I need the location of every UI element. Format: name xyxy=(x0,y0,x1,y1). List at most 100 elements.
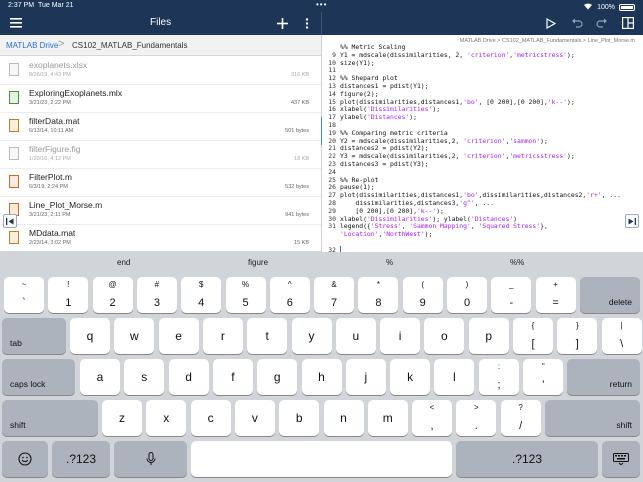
key-h[interactable]: h xyxy=(301,359,342,395)
key-v[interactable]: v xyxy=(234,400,275,436)
key-z[interactable]: z xyxy=(102,400,142,436)
key-label: j xyxy=(364,370,368,384)
key-c[interactable]: c xyxy=(190,400,231,436)
file-row[interactable]: MDdata.mat 2/23/14, 3:02 PM 15 KB xyxy=(0,224,321,251)
key-2[interactable]: @2 xyxy=(92,277,133,313)
key-shift-char: " xyxy=(541,362,545,371)
key--[interactable]: _ - xyxy=(491,277,532,313)
key-a[interactable]: a xyxy=(80,359,120,395)
key-5[interactable]: % 5 xyxy=(225,277,266,313)
key-bracket[interactable]: | \ xyxy=(601,318,642,354)
plus-icon[interactable] xyxy=(274,15,290,31)
redo-icon[interactable] xyxy=(594,15,610,31)
key-label: v xyxy=(251,411,258,425)
file-date: 8/26/19, 4:43 PM xyxy=(29,72,71,78)
key-9[interactable]: (9 xyxy=(402,277,443,313)
key-e[interactable]: e xyxy=(158,318,199,354)
code-text: Y3 = mdscale(dissimilarities,2, 'criteri… xyxy=(340,152,575,161)
suggestion-item[interactable]: end xyxy=(117,258,130,267)
collapse-left-icon[interactable] xyxy=(3,214,17,228)
numbers-key[interactable]: .?123 xyxy=(52,441,110,477)
key-f[interactable]: f xyxy=(212,359,253,395)
key-d[interactable]: d xyxy=(168,359,209,395)
key-punctuation[interactable]: :; xyxy=(479,359,519,395)
key-=[interactable]: + = xyxy=(535,277,576,313)
suggestion-item[interactable]: %% xyxy=(510,258,524,267)
space-bar[interactable] xyxy=(191,441,452,477)
file-row[interactable]: filterFigure.fig 1/20/16, 4:12 PM 18 KB xyxy=(0,140,321,169)
key-`[interactable]: ~ ` xyxy=(4,277,44,313)
key-bracket[interactable]: }] xyxy=(557,318,598,354)
layout-grid-icon[interactable] xyxy=(620,15,636,31)
shift-right-key[interactable]: shift xyxy=(545,400,640,436)
numbers-key[interactable]: .?123 xyxy=(456,441,598,477)
key-0[interactable]: ) 0 xyxy=(447,277,487,313)
key-8[interactable]: * 8 xyxy=(358,277,399,313)
key-k[interactable]: k xyxy=(390,359,431,395)
tab-key[interactable]: tab xyxy=(2,318,66,354)
file-name: MDdata.mat xyxy=(29,228,76,238)
key-n[interactable]: n xyxy=(323,400,364,436)
key-punctuation[interactable]: ? / xyxy=(500,400,541,436)
hamburger-icon[interactable] xyxy=(8,15,24,31)
key-punctuation[interactable]: >. xyxy=(456,400,497,436)
key-y[interactable]: y xyxy=(291,318,332,354)
key-m[interactable]: m xyxy=(367,400,408,436)
key-b[interactable]: b xyxy=(279,400,320,436)
key-w[interactable]: w xyxy=(114,318,155,354)
suggestion-item[interactable]: % xyxy=(386,258,393,267)
key-7[interactable]: & 7 xyxy=(314,277,355,313)
key-6[interactable]: ^ 6 xyxy=(269,277,310,313)
breadcrumb-root[interactable]: MATLAB Drive xyxy=(6,41,58,50)
key-1[interactable]: ! 1 xyxy=(48,277,89,313)
key-3[interactable]: #3 xyxy=(136,277,177,313)
key-punctuation[interactable]: " ' xyxy=(523,359,564,395)
line-number: 18 xyxy=(328,121,336,129)
mat-file-icon xyxy=(9,119,19,132)
key-punctuation[interactable]: <, xyxy=(412,400,452,436)
key-r[interactable]: r xyxy=(202,318,243,354)
multitask-dots[interactable]: ••• xyxy=(316,0,327,9)
key-p[interactable]: p xyxy=(468,318,509,354)
key-label: m xyxy=(382,411,393,425)
file-row[interactable]: ExploringExoplanets.mlx 3/21/23, 2:22 PM… xyxy=(0,84,321,113)
file-row[interactable]: FilterPlot.m 6/3/19, 2:24 PM 532 bytes xyxy=(0,168,321,197)
wifi-icon xyxy=(583,2,593,12)
file-row[interactable]: exoplanets.xlsx 8/26/19, 4:43 PM 316 KB xyxy=(0,56,321,85)
key-x[interactable]: x xyxy=(146,400,187,436)
caps-lock-key[interactable]: caps lock xyxy=(2,359,75,395)
key-s[interactable]: s xyxy=(124,359,165,395)
play-icon[interactable] xyxy=(543,15,559,31)
undo-icon[interactable] xyxy=(569,15,585,31)
return-key[interactable]: return xyxy=(567,359,640,395)
emoji-icon[interactable] xyxy=(2,441,48,477)
ellipsis-vertical-icon[interactable] xyxy=(299,15,315,31)
key-i[interactable]: i xyxy=(380,318,421,354)
code-editor[interactable]: MATLAB Drive > CS102_MATLAB_Fundamentals… xyxy=(322,35,643,252)
file-row[interactable]: Line_Plot_Morse.m 3/21/23, 2:11 PM 941 b… xyxy=(0,196,321,225)
delete-key[interactable]: delete xyxy=(580,277,640,313)
line-number: 21 xyxy=(328,144,336,153)
file-row[interactable]: filterData.mat 6/13/14, 10:11 AM 501 byt… xyxy=(0,112,321,141)
line-number: 29 xyxy=(328,206,336,215)
line-number: 16 xyxy=(328,105,336,114)
microphone-icon[interactable] xyxy=(114,441,187,477)
collapse-right-icon[interactable] xyxy=(625,214,639,228)
key-label: d xyxy=(185,370,192,384)
key-u[interactable]: u xyxy=(335,318,376,354)
key-g[interactable]: g xyxy=(257,359,298,395)
key-4[interactable]: $4 xyxy=(181,277,222,313)
status-time: 2:37 PM Tue Mar 21 xyxy=(8,2,74,9)
key-o[interactable]: o xyxy=(424,318,465,354)
suggestion-item[interactable]: figure xyxy=(248,258,268,267)
key-t[interactable]: t xyxy=(247,318,288,354)
key-shift-char: < xyxy=(429,403,435,412)
key-l[interactable]: l xyxy=(434,359,475,395)
key-shift-char: { xyxy=(531,321,535,330)
shift-left-key[interactable]: shift xyxy=(2,400,98,436)
key-j[interactable]: j xyxy=(345,359,386,395)
keyboard-hide-icon[interactable] xyxy=(602,441,640,477)
key-q[interactable]: q xyxy=(70,318,110,354)
line-number: 30 xyxy=(328,214,336,223)
key-bracket[interactable]: {[ xyxy=(513,318,553,354)
